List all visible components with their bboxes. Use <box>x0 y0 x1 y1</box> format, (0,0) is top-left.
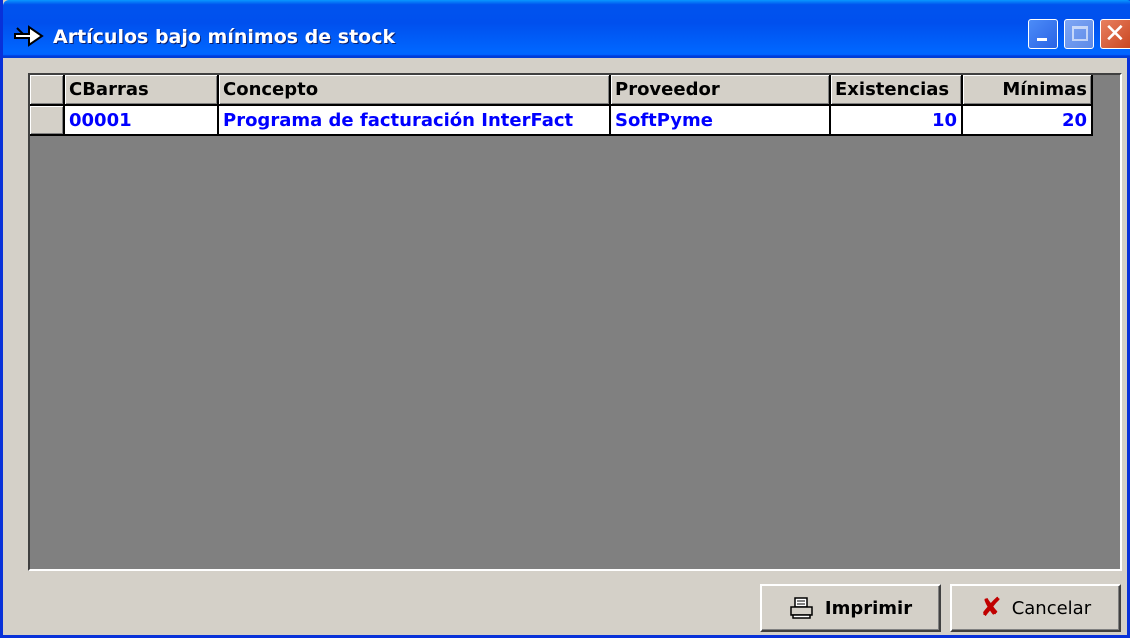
cell-minimas[interactable]: 20 <box>962 105 1093 136</box>
maximize-icon <box>1072 26 1088 41</box>
header-row: CBarras Concepto Proveedor Existencias M… <box>30 75 1093 106</box>
cancel-button[interactable]: ✘ Cancelar <box>950 584 1121 632</box>
row-indicator-header <box>30 75 65 106</box>
cancel-button-label: Cancelar <box>1011 597 1092 619</box>
cell-existencias[interactable]: 10 <box>830 105 963 136</box>
minimize-button[interactable] <box>1028 19 1058 49</box>
stock-table: CBarras Concepto Proveedor Existencias M… <box>30 75 1093 136</box>
close-icon: ✕ <box>1104 19 1126 49</box>
window-title: Artículos bajo mínimos de stock <box>53 26 396 48</box>
dialog-window: Artículos bajo mínimos de stock ✕ CBarra… <box>0 0 1130 638</box>
x-mark-icon: ✘ <box>979 593 1002 623</box>
title-bar[interactable]: Artículos bajo mínimos de stock ✕ <box>3 0 1130 58</box>
cell-concepto[interactable]: Programa de facturación InterFact <box>218 105 611 136</box>
row-indicator[interactable] <box>30 105 65 136</box>
column-header-proveedor[interactable]: Proveedor <box>610 75 831 106</box>
print-button[interactable]: Imprimir <box>760 584 941 632</box>
column-header-existencias[interactable]: Existencias <box>830 75 963 106</box>
cell-cbarras[interactable]: 00001 <box>64 105 219 136</box>
column-header-cbarras[interactable]: CBarras <box>64 75 219 106</box>
table-row[interactable]: 00001 Programa de facturación InterFact … <box>30 105 1093 136</box>
printer-icon <box>789 596 815 620</box>
stock-grid[interactable]: CBarras Concepto Proveedor Existencias M… <box>28 73 1122 571</box>
column-header-minimas[interactable]: Mínimas <box>962 75 1093 106</box>
maximize-button[interactable] <box>1064 19 1094 49</box>
print-button-label: Imprimir <box>824 597 913 619</box>
minimize-icon <box>1037 38 1047 41</box>
column-header-concepto[interactable]: Concepto <box>218 75 611 106</box>
arrow-icon <box>13 24 45 48</box>
cell-proveedor[interactable]: SoftPyme <box>610 105 831 136</box>
close-button[interactable]: ✕ <box>1100 19 1130 49</box>
